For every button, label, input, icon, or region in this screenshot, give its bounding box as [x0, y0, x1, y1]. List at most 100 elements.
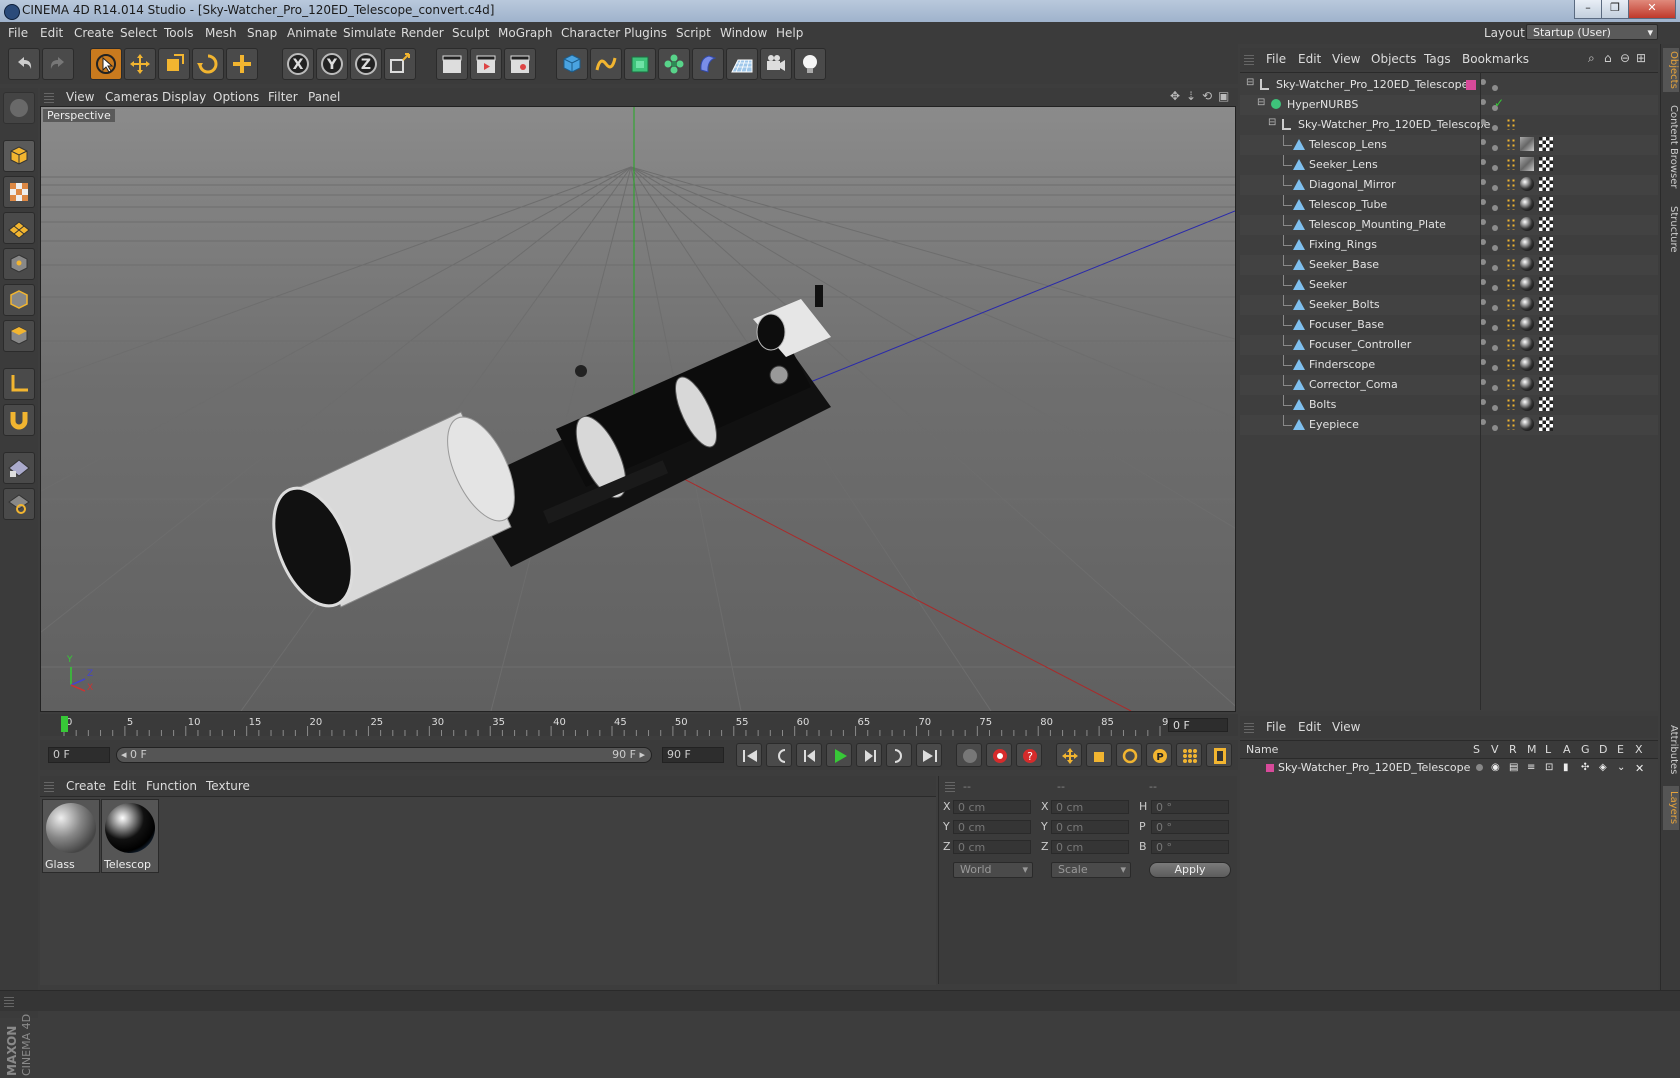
glass-material-tag[interactable] [1520, 137, 1534, 151]
telescop-material-tag[interactable] [1520, 217, 1534, 231]
objects-menu-objects[interactable]: Objects [1371, 52, 1416, 66]
maximize-button[interactable]: ❐ [1601, 0, 1629, 19]
menu-window[interactable]: Window [720, 26, 767, 40]
layer-col-generators[interactable]: G [1581, 743, 1590, 756]
close-button[interactable]: ✕ [1628, 0, 1676, 19]
y-axis-toggle[interactable]: Y [316, 48, 348, 80]
telescop-material-tag[interactable] [1520, 277, 1534, 291]
start-frame-field[interactable]: 0 F [48, 747, 110, 763]
layer-col-render[interactable]: R [1509, 743, 1517, 756]
viewport-menu-cameras[interactable]: Cameras [105, 90, 158, 104]
render-visibility-dot[interactable] [1492, 145, 1498, 151]
menu-render[interactable]: Render [401, 26, 444, 40]
collapse-icon[interactable]: ⊖ [1620, 51, 1630, 65]
phong-tag-icon[interactable] [1506, 358, 1516, 370]
objects-menu-file[interactable]: File [1266, 52, 1286, 66]
key-pla-toggle[interactable] [1176, 743, 1202, 767]
add-array-button[interactable] [658, 48, 690, 80]
telescop-material-tag[interactable] [1520, 377, 1534, 391]
end-frame-field[interactable]: 90 F [662, 747, 724, 763]
object-row[interactable]: Bolts [1240, 395, 1658, 415]
telescop-material-tag[interactable] [1520, 257, 1534, 271]
expand-collapse-icon[interactable]: ⊟ [1268, 117, 1276, 128]
size-x-field[interactable]: 0 cm [1051, 800, 1129, 814]
menu-edit[interactable]: Edit [40, 26, 63, 40]
phong-tag-icon[interactable] [1506, 338, 1516, 350]
add-cube-button[interactable] [556, 48, 588, 80]
layer-col-manager[interactable]: M [1527, 743, 1537, 756]
objects-menu-view[interactable]: View [1332, 52, 1360, 66]
objects-menu-edit[interactable]: Edit [1298, 52, 1321, 66]
texture-mode-button[interactable] [3, 176, 35, 208]
phong-tag-icon[interactable] [1506, 118, 1516, 130]
rot-b-field[interactable]: 0 ° [1151, 840, 1229, 854]
objects-menu-tags[interactable]: Tags [1424, 52, 1451, 66]
menu-animate[interactable]: Animate [287, 26, 337, 40]
uvw-tag-icon[interactable] [1539, 317, 1553, 331]
object-row[interactable]: Seeker [1240, 275, 1658, 295]
layer-row[interactable]: Sky-Watcher_Pro_120ED_Telescope ◉ ▤ ≡ ⊡ … [1240, 759, 1658, 777]
render-visibility-dot[interactable] [1492, 225, 1498, 231]
phong-tag-icon[interactable] [1506, 278, 1516, 290]
phong-tag-icon[interactable] [1506, 398, 1516, 410]
phong-tag-icon[interactable] [1506, 378, 1516, 390]
uvw-tag-icon[interactable] [1539, 157, 1553, 171]
uvw-tag-icon[interactable] [1539, 237, 1553, 251]
telescop-material-tag[interactable] [1520, 397, 1534, 411]
object-row[interactable]: Diagonal_Mirror [1240, 175, 1658, 195]
uvw-tag-icon[interactable] [1539, 177, 1553, 191]
snap-toggle-button[interactable] [3, 404, 35, 436]
next-key-button[interactable] [886, 743, 912, 767]
phong-tag-icon[interactable] [1506, 218, 1516, 230]
panel-grip[interactable] [1244, 721, 1254, 733]
menu-mesh[interactable]: Mesh [205, 26, 237, 40]
panel-grip[interactable] [44, 780, 54, 792]
rot-p-field[interactable]: 0 ° [1151, 820, 1229, 834]
object-row[interactable]: Telescop_Mounting_Plate [1240, 215, 1658, 235]
key-position-toggle[interactable] [1056, 743, 1082, 767]
add-light-button[interactable] [794, 48, 826, 80]
add-object-button[interactable] [226, 48, 258, 80]
uvw-tag-icon[interactable] [1539, 197, 1553, 211]
expand-collapse-icon[interactable]: ⊟ [1257, 97, 1265, 108]
workplane-mode-button[interactable] [3, 212, 35, 244]
phong-tag-icon[interactable] [1506, 198, 1516, 210]
phong-tag-icon[interactable] [1506, 158, 1516, 170]
viewport-menu-filter[interactable]: Filter [268, 90, 298, 104]
object-row[interactable]: Eyepiece [1240, 415, 1658, 435]
z-axis-toggle[interactable]: Z [350, 48, 382, 80]
add-nurbs-button[interactable] [624, 48, 656, 80]
live-selection-tool[interactable] [90, 48, 122, 80]
telescop-material-tag[interactable] [1520, 337, 1534, 351]
polygons-mode-button[interactable] [3, 320, 35, 352]
axis-mode-button[interactable] [3, 368, 35, 400]
apply-button[interactable]: Apply [1149, 862, 1231, 878]
layer-col-xref[interactable]: X [1635, 743, 1643, 756]
record-keys-button[interactable] [956, 743, 982, 767]
edges-mode-button[interactable] [3, 284, 35, 316]
object-row[interactable]: Telescop_Lens [1240, 135, 1658, 155]
deformer-toggle-icon[interactable]: ◈ [1599, 762, 1607, 773]
layer-col-deformers[interactable]: D [1599, 743, 1607, 756]
go-to-end-button[interactable] [916, 743, 942, 767]
viewport-menu-view[interactable]: View [66, 90, 94, 104]
layout-dropdown[interactable]: Startup (User) ▾ [1526, 24, 1658, 40]
phong-tag-icon[interactable] [1506, 298, 1516, 310]
telescop-material-tag[interactable] [1520, 237, 1534, 251]
layers-menu-edit[interactable]: Edit [1298, 720, 1321, 734]
object-row[interactable]: Finderscope [1240, 355, 1658, 375]
pos-z-field[interactable]: 0 cm [953, 840, 1031, 854]
uvw-tag-icon[interactable] [1539, 137, 1553, 151]
locked-workplane-button[interactable] [3, 488, 35, 520]
object-row[interactable]: Seeker_Lens [1240, 155, 1658, 175]
render-visibility-dot[interactable] [1492, 325, 1498, 331]
xref-toggle-icon[interactable]: ✕ [1635, 762, 1644, 775]
menu-tools[interactable]: Tools [164, 26, 194, 40]
material-menu-texture[interactable]: Texture [206, 779, 250, 793]
material-menu-create[interactable]: Create [66, 779, 106, 793]
menu-select[interactable]: Select [120, 26, 157, 40]
add-deformer-button[interactable] [692, 48, 724, 80]
undo-button[interactable] [8, 48, 40, 80]
viewport-move-icon[interactable]: ✥ [1170, 89, 1180, 103]
frame-range-slider[interactable]: ◂ 0 F 90 F ▸ [116, 747, 652, 763]
